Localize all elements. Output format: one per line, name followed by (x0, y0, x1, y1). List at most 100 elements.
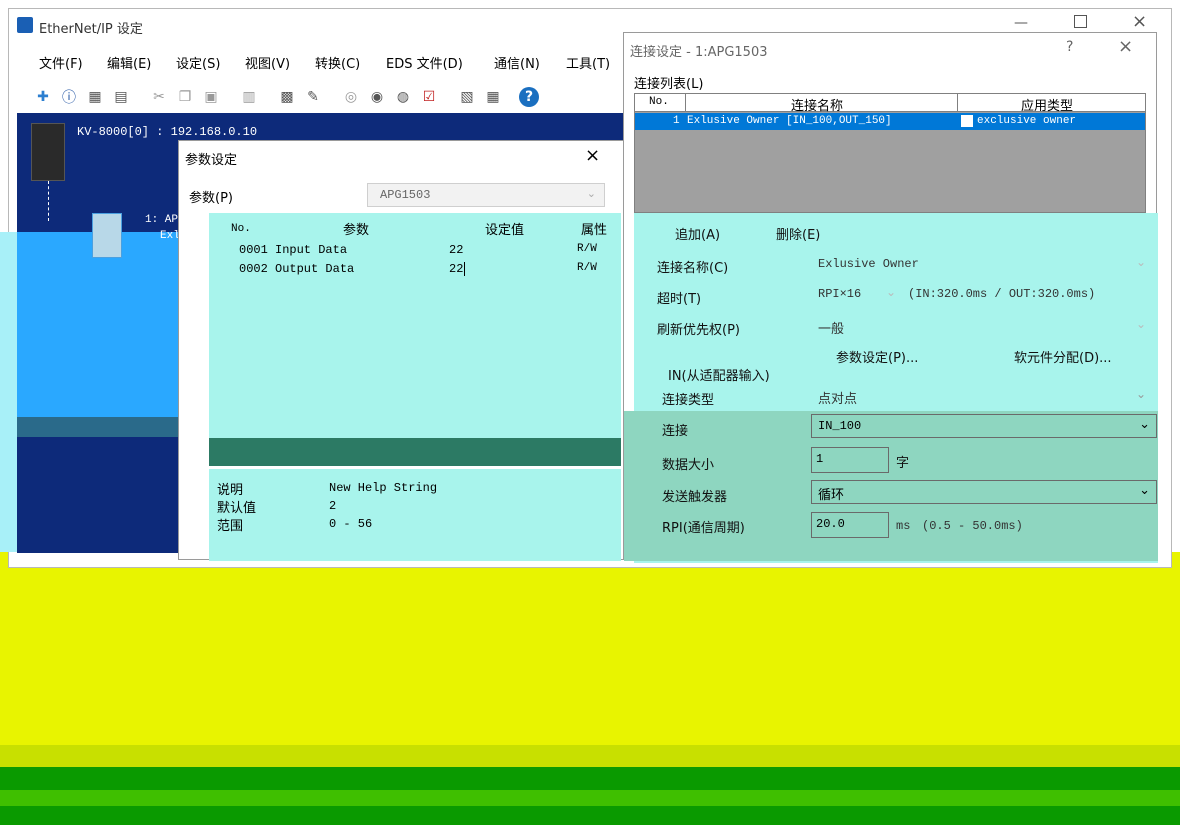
device-icon[interactable]: ▤ (111, 87, 131, 107)
import-icon[interactable]: ✚ (33, 87, 53, 107)
menu-eds[interactable]: EDS 文件(D) (386, 53, 463, 72)
paste-icon[interactable]: ▣ (201, 87, 221, 107)
desc-value: New Help String (329, 481, 438, 495)
find-icon[interactable]: ▧ (457, 87, 477, 107)
close-icon[interactable]: × (1118, 36, 1133, 57)
menu-comm[interactable]: 通信(N) (494, 53, 540, 72)
timeout-select[interactable]: RPI×16 (818, 287, 861, 301)
rpi-input[interactable]: 20.0 (811, 512, 889, 538)
divider (685, 94, 686, 112)
help-icon[interactable]: ? (1066, 39, 1073, 55)
data-size-label: 数据大小 (662, 458, 715, 473)
chevron-down-icon: ⌄ (1139, 483, 1150, 498)
param-label: 参数(P) (189, 191, 233, 206)
row-value-editing[interactable]: 22 (449, 262, 466, 276)
menu-edit[interactable]: 编辑(E) (107, 53, 151, 72)
conn-dialog-title: 连接设定 - 1:APG1503 (630, 45, 768, 60)
plc-icon[interactable] (31, 123, 65, 181)
copy-icon[interactable]: ❐ (175, 87, 195, 107)
chevron-down-icon[interactable]: ⌄ (886, 285, 896, 299)
range-value: 0 - 56 (329, 517, 373, 531)
range-label: 范围 (217, 519, 244, 534)
close-icon[interactable]: × (585, 145, 600, 166)
param-dialog-title: 参数设定 (185, 153, 238, 168)
param-settings-button[interactable]: 参数设定(P)... (836, 347, 918, 366)
data-size-unit: 字 (896, 456, 910, 471)
device-assign-button[interactable]: 软元件分配(D)... (1014, 347, 1112, 366)
adapter-icon[interactable] (92, 213, 122, 258)
default-value: 2 (329, 499, 337, 513)
menu-file[interactable]: 文件(F) (39, 53, 83, 72)
help-panel: 说明 New Help String 默认值 2 范围 0 - 56 (209, 469, 621, 561)
grid-scrollbar[interactable] (209, 438, 621, 466)
chevron-down-icon: ⌄ (1139, 417, 1150, 432)
menu-settings[interactable]: 设定(S) (176, 53, 220, 72)
menu-convert[interactable]: 转换(C) (315, 53, 360, 72)
chevron-down-icon[interactable]: ⌄ (1136, 255, 1146, 269)
conn-name-select[interactable]: Exlusive Owner (818, 257, 919, 271)
monitor-icon[interactable]: ◍ (393, 87, 413, 107)
add-button[interactable]: 追加(A) (675, 224, 720, 243)
data-size-input[interactable]: 1 (811, 447, 889, 473)
check-icon[interactable]: ☑ (419, 87, 439, 107)
col-conn-name: 连接名称 (791, 99, 844, 114)
node-icon[interactable]: ▥ (239, 87, 259, 107)
help-icon[interactable]: ? (519, 87, 539, 107)
minimize-icon[interactable]: — (1014, 15, 1028, 31)
app-icon (17, 17, 33, 33)
tree-line (48, 181, 49, 221)
menu-view[interactable]: 视图(V) (245, 53, 290, 72)
row-attr: R/W (577, 243, 597, 255)
menu-tools[interactable]: 工具(T) (566, 53, 610, 72)
list-header: No. 连接名称 应用类型 (635, 94, 1145, 114)
conn-type-select[interactable]: 点对点 (818, 388, 857, 407)
chevron-down-icon[interactable]: ⌄ (1136, 387, 1146, 401)
chevron-down-icon: ⌄ (586, 187, 596, 200)
col-param: 参数 (343, 223, 370, 238)
param-grid: No. 参数 设定值 属性 0001 Input Data 22 R/W 000… (209, 213, 621, 438)
rpi-label: RPI(通信周期) (662, 521, 745, 536)
list-row-selected[interactable]: 1 Exlusive Owner [IN_100,OUT_150] exclus… (635, 113, 1145, 130)
conn-list-label: 连接列表(L) (634, 77, 704, 92)
row-name[interactable]: 0002 Output Data (239, 262, 354, 276)
col-no: No. (649, 96, 669, 108)
timeout-note: (IN:320.0ms / OUT:320.0ms) (908, 287, 1096, 301)
sd-icon[interactable]: ▩ (277, 87, 297, 107)
chevron-down-icon[interactable]: ⌄ (1136, 317, 1146, 331)
col-attr: 属性 (581, 223, 608, 238)
row-name[interactable]: 0001 Input Data (239, 243, 347, 257)
pen-icon[interactable]: ✎ (303, 87, 323, 107)
corrupted-strip (0, 232, 17, 552)
col-value: 设定值 (485, 223, 525, 238)
divider (957, 94, 958, 112)
compare-icon[interactable]: ◉ (367, 87, 387, 107)
conn-type-label: 连接类型 (662, 393, 715, 408)
desc-label: 说明 (217, 483, 244, 498)
conn-name-label: 连接名称(C) (657, 261, 729, 276)
corrupted-band (0, 745, 1180, 767)
rpi-range: (0.5 - 50.0ms) (922, 519, 1023, 533)
col-app-type: 应用类型 (1021, 99, 1074, 114)
connection-list[interactable]: No. 连接名称 应用类型 1 Exlusive Owner [IN_100,O… (634, 93, 1146, 213)
priority-select[interactable]: 一般 (818, 318, 844, 337)
param-dialog: 参数设定 × 参数(P) APG1503 ⌄ No. 参数 设定值 属性 000… (178, 140, 624, 561)
trigger-select[interactable]: 循环 ⌄ (811, 480, 1157, 504)
row-value[interactable]: 22 (449, 243, 463, 257)
close-icon[interactable]: × (1132, 11, 1147, 32)
scan-icon[interactable]: ◎ (341, 87, 361, 107)
table-icon[interactable]: ▦ (483, 87, 503, 107)
connection-select[interactable]: IN_100 ⌄ (811, 414, 1157, 438)
row-attr: R/W (577, 262, 597, 274)
in-section-title: IN(从适配器输入) (668, 369, 770, 384)
plc-label[interactable]: KV-8000[0] : 192.168.0.10 (77, 125, 257, 139)
rpi-unit: ms (896, 519, 911, 533)
window-title: EtherNet/IP 设定 (39, 22, 143, 37)
delete-button[interactable]: 删除(E) (776, 224, 820, 243)
param-select[interactable]: APG1503 ⌄ (367, 183, 605, 207)
priority-label: 刷新优先权(P) (657, 323, 740, 338)
network-icon[interactable]: ▦ (85, 87, 105, 107)
cut-icon[interactable]: ✂ (149, 87, 169, 107)
maximize-icon[interactable] (1074, 15, 1087, 28)
connection-dialog: 连接设定 - 1:APG1503 ? × 连接列表(L) No. 连接名称 应用… (623, 32, 1158, 563)
info-icon[interactable]: ⓘ (59, 87, 79, 107)
